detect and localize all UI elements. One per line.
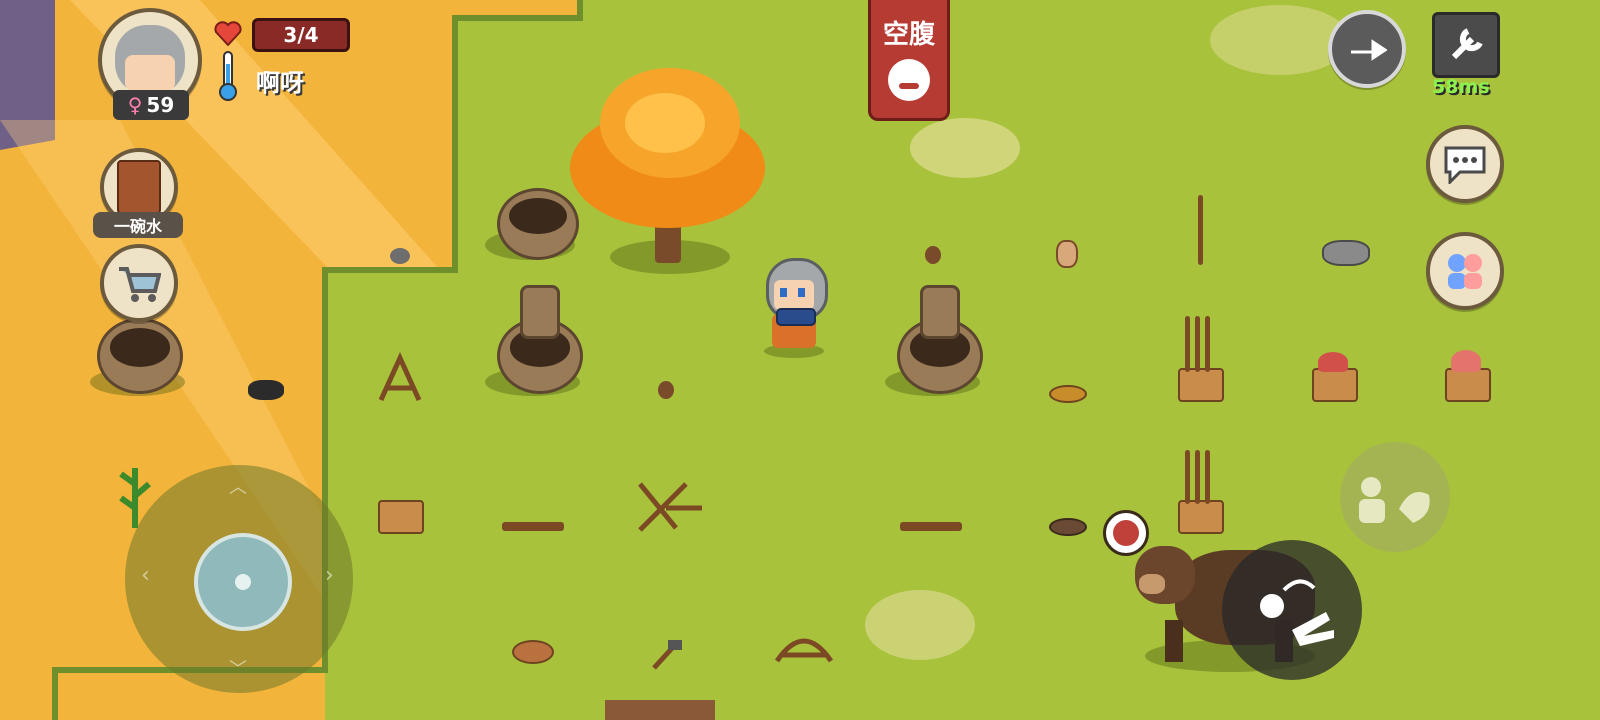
held-water-bowl [776,308,816,326]
flat-stone[interactable] [1049,518,1087,536]
hunger-status-text: 空腹 [882,20,935,50]
stone-pile[interactable] [1322,240,1370,266]
pine-cone[interactable] [925,246,941,264]
family-button[interactable] [1426,232,1504,310]
joystick-thumb[interactable] [194,533,292,631]
health-bar: 3/4 [252,18,350,52]
fire-bow-drill[interactable] [636,478,706,536]
round-stone[interactable] [390,248,410,264]
recipe-book-icon [117,160,161,214]
settings-button[interactable] [1432,12,1500,78]
shopping-cart-icon [119,267,161,302]
joystick-up-arrow-icon: ︿ [229,477,247,498]
well-pit[interactable] [97,318,183,394]
well-pump[interactable] [920,285,960,339]
pickup-drop-button[interactable] [1340,442,1450,552]
bow[interactable] [773,625,835,665]
carrot-basket[interactable] [1312,368,1358,402]
held-item-label: 一碗水 [93,212,183,238]
chat-button[interactable] [1426,125,1504,203]
thermometer-icon [219,51,237,101]
well-pump[interactable] [520,285,560,339]
tripod[interactable] [375,352,425,404]
female-gender-icon: ♀ [127,93,143,117]
player-character[interactable] [758,258,830,358]
direction-arrow-icon [1351,39,1387,61]
charcoal-pile[interactable] [248,380,284,400]
hand-use-icon [1260,579,1334,646]
pickup-hand-icon [1359,477,1430,523]
joystick-left-arrow-icon: ‹ [141,563,150,588]
pine-cone[interactable] [658,381,674,399]
joystick-down-arrow-icon: ﹀ [229,659,247,680]
clay-pot[interactable] [1056,240,1078,268]
clay-plate[interactable] [1049,385,1087,403]
long-shaft[interactable] [1198,195,1203,265]
virtual-joystick[interactable]: ︿ ‹ › ﹀ [125,465,353,693]
well-pit[interactable] [497,188,579,260]
temperature-text: 啊呀 [256,69,304,97]
age-value: 59 [146,93,175,117]
stick-basket[interactable] [1178,500,1224,534]
direction-arrow-button[interactable] [1328,10,1406,88]
log[interactable] [900,522,962,531]
joystick-right-arrow-icon: › [325,563,334,588]
shop-button[interactable] [100,244,178,322]
hungry-face-icon [888,59,930,101]
age-badge: ♀ 59 [113,90,189,120]
stick-basket[interactable] [1178,368,1224,402]
wrench-icon [1451,28,1483,60]
heart-icon [214,21,242,46]
ping-indicator: 58ms [1432,76,1490,98]
log[interactable] [502,522,564,531]
bear-emote-bubble [1103,510,1149,556]
hunger-status-banner: 空腹 [868,0,950,121]
family-icon [1448,254,1482,289]
stone-hatchet[interactable] [648,638,684,672]
empty-basket[interactable] [378,500,424,534]
maple-tree[interactable] [570,68,765,268]
speech-bubble-icon [1444,146,1486,184]
carrot-basket[interactable] [1445,368,1491,402]
use-hand-button[interactable] [1222,540,1362,680]
campfire[interactable] [512,640,554,664]
health-text: 3/4 [283,23,319,47]
